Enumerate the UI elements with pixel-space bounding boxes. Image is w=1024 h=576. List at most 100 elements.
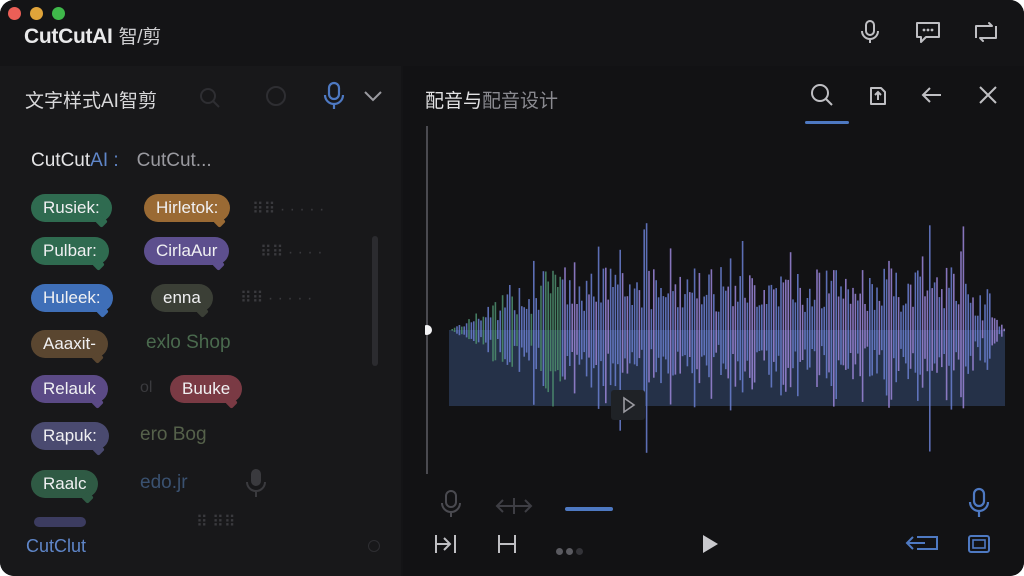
left-scrollbar[interactable] bbox=[372, 236, 378, 366]
waveform-bar bbox=[590, 273, 593, 388]
waveform-bar bbox=[576, 304, 578, 355]
waveform-bar bbox=[561, 279, 564, 377]
maximize-window-button[interactable] bbox=[52, 7, 65, 20]
waveform-bar bbox=[811, 306, 813, 349]
waveform-bar bbox=[528, 299, 530, 361]
waveform-bar bbox=[996, 319, 998, 342]
style-tag[interactable]: Raalc bbox=[31, 470, 99, 498]
waveform-bar bbox=[465, 323, 468, 338]
chat-icon[interactable] bbox=[914, 18, 942, 46]
waveform-bar bbox=[583, 310, 585, 353]
style-tag[interactable]: CirlaAur bbox=[144, 237, 230, 265]
microphone-active-icon[interactable] bbox=[966, 486, 992, 520]
waveform-lower-fill bbox=[449, 330, 1005, 406]
waveform-bar bbox=[897, 297, 900, 371]
style-tag[interactable]: Buuke bbox=[170, 375, 243, 403]
waveform-bar bbox=[749, 275, 751, 378]
faded-text: ⠿⠿ · · · · bbox=[260, 244, 323, 261]
waveform-bar bbox=[458, 325, 461, 336]
split-icon[interactable] bbox=[495, 532, 519, 556]
waveform-bar bbox=[573, 262, 576, 394]
waveform-bar bbox=[475, 313, 477, 344]
style-tag[interactable]: Aaaxit- bbox=[31, 330, 108, 358]
close-icon[interactable] bbox=[975, 82, 1001, 108]
style-tag[interactable]: enna bbox=[151, 284, 213, 312]
microphone-icon[interactable] bbox=[856, 18, 884, 46]
waveform-bar bbox=[950, 267, 953, 410]
fullscreen-icon[interactable] bbox=[967, 532, 991, 556]
waveform-bar bbox=[799, 287, 801, 362]
waveform-bar bbox=[686, 279, 689, 367]
search-icon[interactable] bbox=[809, 82, 835, 108]
waveform-bar bbox=[914, 272, 917, 373]
style-word[interactable]: ero Bog bbox=[140, 424, 207, 446]
waveform-bar bbox=[537, 309, 540, 348]
waveform-bar bbox=[629, 284, 631, 364]
waveform-bar bbox=[876, 287, 878, 374]
close-window-button[interactable] bbox=[8, 7, 21, 20]
waveform-bar bbox=[530, 313, 533, 346]
waveform-bar bbox=[866, 310, 869, 347]
waveform-bar bbox=[943, 308, 945, 354]
sync-icon[interactable] bbox=[972, 18, 1000, 46]
mode-indicator[interactable] bbox=[565, 507, 613, 511]
style-tag[interactable]: Pulbar: bbox=[31, 237, 109, 265]
waveform-bar bbox=[948, 287, 950, 366]
waveform-bar bbox=[873, 309, 876, 350]
waveform-bar bbox=[998, 326, 1001, 335]
preview-play-box[interactable] bbox=[611, 390, 645, 420]
waveform-bar bbox=[552, 270, 554, 407]
style-word[interactable]: edo.jr bbox=[140, 472, 188, 494]
app-name: CutCutAI bbox=[24, 25, 113, 48]
waveform-bar bbox=[698, 273, 701, 384]
waveform-bar bbox=[792, 299, 794, 369]
footer-brand[interactable]: CutClut bbox=[26, 536, 86, 557]
record-icon[interactable] bbox=[439, 488, 463, 520]
waveform-bar bbox=[780, 276, 782, 396]
voice-input-icon[interactable] bbox=[320, 80, 348, 112]
play-icon[interactable] bbox=[699, 532, 721, 556]
waveform-bar bbox=[605, 267, 607, 404]
style-tag[interactable]: Rapuk: bbox=[31, 422, 109, 450]
style-tag[interactable]: Huleek: bbox=[31, 284, 113, 312]
export-icon[interactable] bbox=[865, 82, 891, 108]
style-word[interactable]: exlo Shop bbox=[146, 332, 231, 354]
waveform-bar bbox=[864, 304, 866, 349]
skip-to-end-icon[interactable] bbox=[433, 532, 461, 556]
waveform-bar bbox=[504, 307, 506, 360]
waveform-bar bbox=[847, 289, 849, 369]
waveform-bar bbox=[775, 288, 777, 372]
waveform-bar bbox=[825, 270, 828, 379]
waveform-bar bbox=[919, 276, 921, 375]
chevron-down-icon[interactable] bbox=[362, 86, 384, 106]
style-tag[interactable]: Rusiek: bbox=[31, 194, 112, 222]
waveform-bar bbox=[643, 229, 645, 411]
waveform-bar bbox=[938, 297, 941, 358]
back-arrow-icon[interactable] bbox=[919, 82, 945, 108]
waveform-bar bbox=[717, 311, 720, 345]
waveform-bar bbox=[773, 289, 775, 362]
waveform-bar bbox=[636, 282, 638, 367]
waveform-bar bbox=[607, 299, 609, 354]
audio-waveform[interactable] bbox=[425, 124, 1015, 484]
waveform-bar bbox=[821, 308, 823, 347]
waveform-bar bbox=[960, 251, 962, 398]
style-tag[interactable]: Hirletok: bbox=[144, 194, 231, 222]
title-bar: CutCutAI 智/剪 bbox=[0, 0, 1024, 66]
waveform-bar bbox=[705, 294, 708, 366]
trim-icon[interactable] bbox=[495, 496, 533, 516]
waveform-bar bbox=[909, 284, 912, 369]
waveform-bar bbox=[953, 273, 955, 371]
waveform-bar bbox=[559, 276, 561, 382]
waveform-bar bbox=[701, 304, 703, 357]
send-to-track-icon[interactable] bbox=[905, 532, 941, 556]
style-tag[interactable]: Relauk bbox=[31, 375, 108, 403]
waveform-bar bbox=[732, 306, 734, 354]
waveform-bar bbox=[473, 321, 475, 341]
waveform-bar bbox=[696, 298, 698, 370]
waveform-bar bbox=[535, 298, 537, 370]
section-secondary: CutCut... bbox=[136, 150, 212, 171]
waveform-bar bbox=[739, 276, 741, 381]
waveform-bar bbox=[715, 311, 717, 353]
minimize-window-button[interactable] bbox=[30, 7, 43, 20]
